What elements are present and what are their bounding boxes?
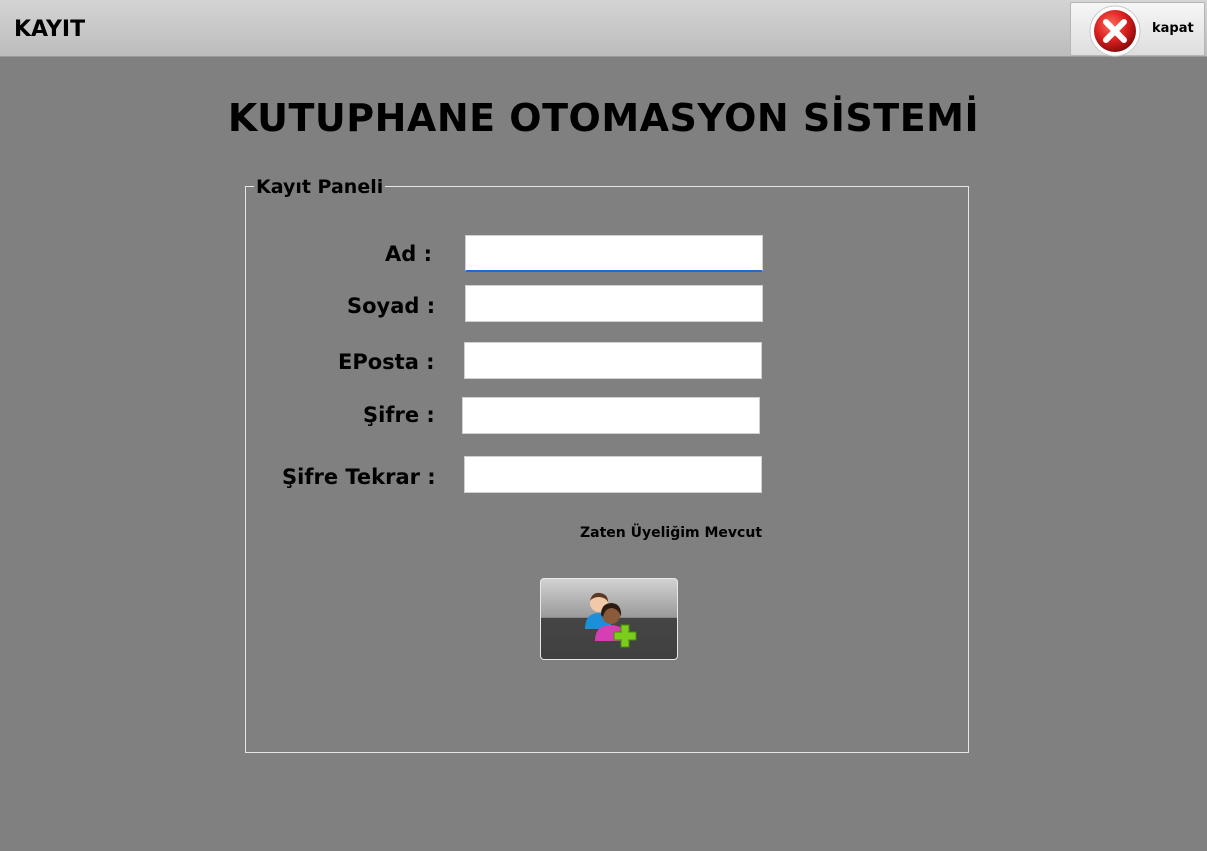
first-name-label: Ad :: [385, 242, 432, 266]
last-name-input[interactable]: [465, 285, 763, 322]
app-title: KUTUPHANE OTOMASYON SİSTEMİ: [227, 96, 980, 140]
close-icon: [1089, 5, 1141, 57]
email-input[interactable]: [464, 342, 762, 379]
password-repeat-label: Şifre Tekrar :: [282, 465, 436, 489]
user-add-icon: [585, 592, 637, 648]
title-bar: KAYIT kapat: [0, 0, 1207, 57]
first-name-input[interactable]: [465, 235, 763, 272]
window-title: KAYIT: [14, 17, 86, 42]
password-repeat-input[interactable]: [464, 456, 762, 493]
close-button[interactable]: kapat: [1070, 2, 1205, 57]
panel-legend: Kayıt Paneli: [254, 176, 386, 198]
close-label: kapat: [1152, 21, 1194, 36]
register-button[interactable]: [540, 578, 678, 660]
last-name-label: Soyad :: [347, 294, 436, 318]
password-input[interactable]: [462, 397, 760, 434]
already-member-link[interactable]: Zaten Üyeliğim Mevcut: [580, 525, 762, 541]
email-label: EPosta :: [338, 350, 435, 374]
password-label: Şifre :: [363, 403, 435, 427]
